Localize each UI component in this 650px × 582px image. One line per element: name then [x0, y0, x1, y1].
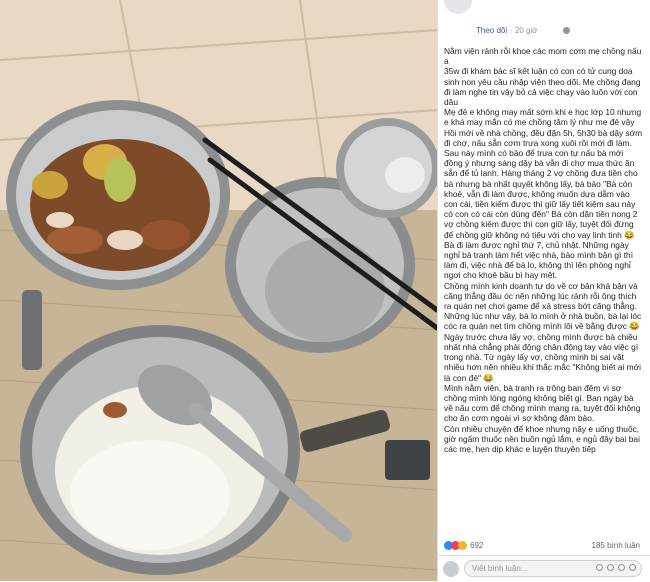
comment-count[interactable]: 185 bình luận [592, 541, 641, 550]
post-panel: Theo dõi · 20 giờ · Nằm viện rảnh rỗi kh… [437, 0, 650, 581]
reaction-count[interactable]: 692 [470, 541, 483, 550]
globe-icon [563, 27, 570, 34]
post-timestamp[interactable]: · 20 giờ · [510, 26, 542, 35]
follow-link[interactable]: Theo dõi [476, 26, 507, 35]
author-avatar[interactable] [444, 0, 472, 14]
post-header: Theo dõi · 20 giờ · [438, 0, 650, 40]
user-avatar [443, 561, 459, 577]
camera-icon[interactable] [607, 564, 614, 571]
reactions-bar[interactable]: 692 185 bình luận [444, 541, 644, 553]
gif-icon[interactable] [618, 564, 625, 571]
emoji-icon[interactable] [596, 564, 603, 571]
comment-bar: Viết bình luận... [438, 555, 650, 582]
food-photo[interactable] [0, 0, 437, 581]
comment-input[interactable]: Viết bình luận... [464, 560, 642, 577]
haha-reaction-icon [458, 541, 467, 550]
sticker-icon[interactable] [629, 564, 636, 571]
post-text: Nằm viện rảnh rỗi khoe các mom cơm mẹ ch… [444, 46, 643, 454]
food-photo-graphic [0, 0, 437, 581]
